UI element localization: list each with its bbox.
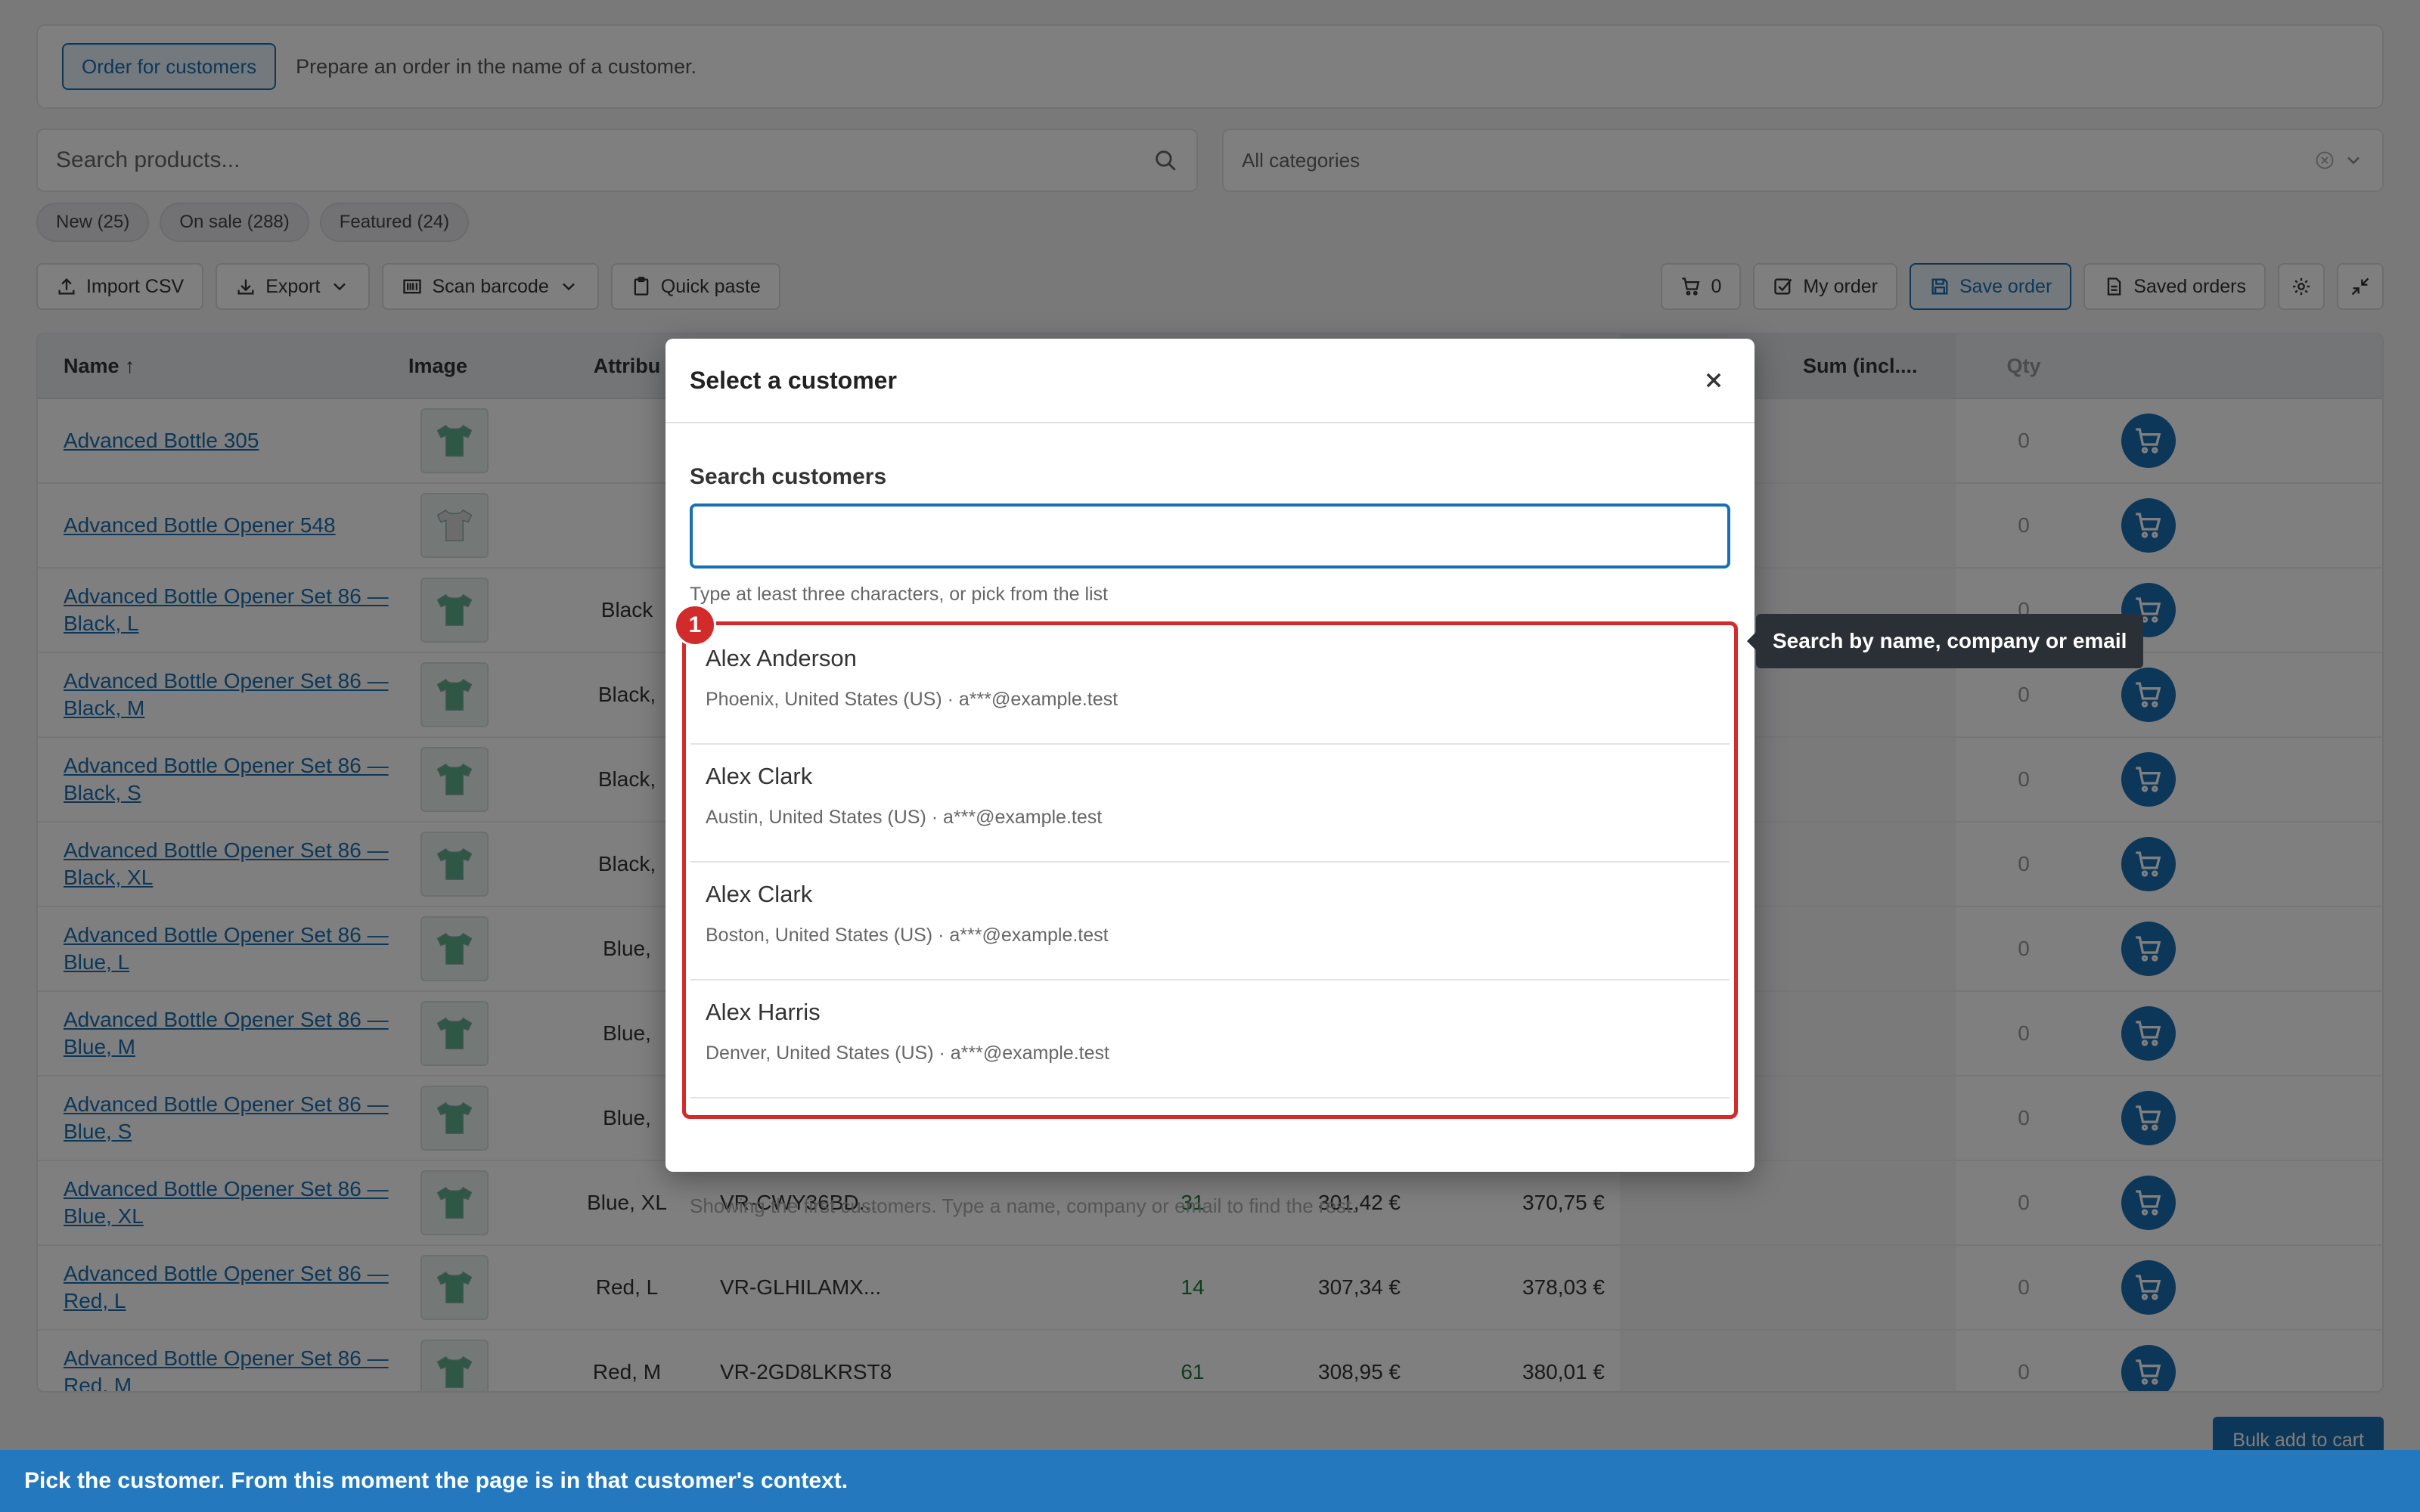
customer-list-footer: Showing the first customers. Type a name… [690,1194,1357,1217]
customer-item[interactable]: Alex Harris Denver, United States (US) ·… [690,981,1730,1098]
customer-meta: Phoenix, United States (US) · a***@examp… [706,689,1118,710]
customer-search-input[interactable] [690,503,1730,569]
close-icon [1706,373,1721,388]
customer-item[interactable]: Alex Clark Boston, United States (US) · … [690,863,1730,981]
customer-name: Alex Clark [706,881,813,907]
customer-meta: Denver, United States (US) · a***@exampl… [706,1043,1109,1064]
select-customer-modal: Select a customer Search customers Type … [666,339,1754,1217]
customer-name: Alex Clark [706,763,813,789]
customer-search-label: Search customers [690,464,887,489]
customer-list: 1 Alex Anderson Phoenix, United States (… [674,604,1738,1119]
modal-title: Select a customer [690,366,897,394]
customer-name: Alex Harris [706,999,821,1025]
step-badge: 1 [674,604,716,646]
close-button[interactable] [1697,364,1730,397]
annotation-tooltip: Search by name, company or email [1746,614,2144,668]
customer-name: Alex Anderson [706,645,857,671]
modal-header: Select a customer [666,339,1754,423]
instruction-bar: Pick the customer. From this moment the … [0,1450,2420,1512]
customer-item[interactable]: Alex Anderson Phoenix, United States (US… [690,627,1730,745]
customer-item[interactable]: Alex Clark Austin, United States (US) · … [690,745,1730,863]
customer-meta: Boston, United States (US) · a***@exampl… [706,925,1109,946]
customer-meta: Austin, United States (US) · a***@exampl… [706,807,1103,828]
customer-search-hint: Type at least three characters, or pick … [690,584,1109,605]
